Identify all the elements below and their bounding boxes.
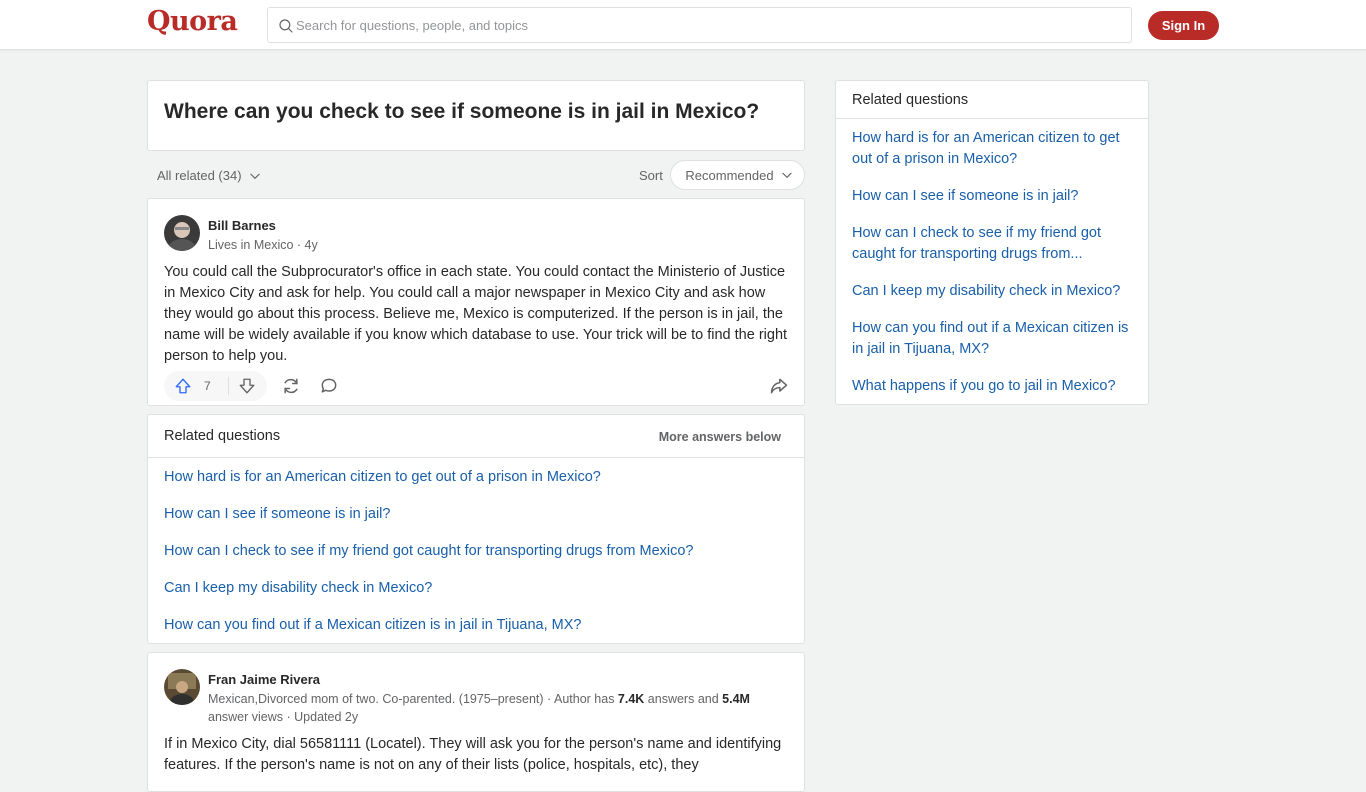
sidebar-related-questions: Related questions How hard is for an Ame…	[835, 80, 1149, 405]
answer-text[interactable]: If in Mexico City, dial 56581111 (Locate…	[164, 734, 794, 776]
avatar[interactable]	[164, 215, 200, 251]
question-title: Where can you check to see if someone is…	[164, 100, 760, 123]
sort-dropdown[interactable]: Recommended	[670, 160, 805, 190]
related-question-link[interactable]: Can I keep my disability check in Mexico…	[164, 580, 432, 596]
answer-filter-bar: All related (34) Sort Recommended	[147, 160, 805, 192]
share-icon[interactable]	[769, 376, 789, 396]
sidebar-question-link[interactable]: How can I check to see if my friend got …	[852, 223, 1137, 265]
sidebar-question-link[interactable]: How hard is for an American citizen to g…	[852, 128, 1137, 170]
vote-divider	[228, 377, 229, 395]
sidebar-title: Related questions	[852, 92, 969, 108]
vote-controls: 7	[164, 371, 267, 401]
downvote-icon[interactable]	[238, 377, 256, 395]
more-answers-below: More answers below	[658, 430, 781, 444]
related-questions-title: Related questions	[164, 428, 281, 444]
related-question-link[interactable]: How hard is for an American citizen to g…	[164, 469, 601, 485]
author-name[interactable]: Bill Barnes	[208, 218, 276, 233]
top-nav-bar: Quora Sign In	[0, 0, 1366, 50]
upvote-icon[interactable]	[174, 377, 192, 395]
view-count: 5.4M	[722, 692, 750, 706]
sort-label: Sort	[639, 168, 663, 183]
related-question-link[interactable]: How can you find out if a Mexican citize…	[164, 617, 581, 633]
all-related-label: All related (34)	[157, 168, 242, 183]
related-question-link[interactable]: How can I see if someone is in jail?	[164, 506, 390, 522]
related-questions-inline: Related questions More answers below How…	[147, 414, 805, 644]
sidebar-question-link[interactable]: How can I see if someone is in jail?	[852, 186, 1137, 207]
answer-text[interactable]: You could call the Subprocurator's offic…	[164, 262, 794, 367]
search-input[interactable]	[296, 8, 1116, 42]
author-credential: Lives in Mexico · 4y	[208, 238, 318, 252]
author-name[interactable]: Fran Jaime Rivera	[208, 672, 320, 687]
sidebar-header: Related questions	[836, 81, 1148, 119]
sort-value: Recommended	[685, 167, 774, 183]
related-questions-header: Related questions More answers below	[148, 415, 804, 458]
sidebar-question-link[interactable]: How can you find out if a Mexican citize…	[852, 318, 1137, 360]
quora-logo[interactable]: Quora	[147, 6, 238, 37]
question-card: Where can you check to see if someone is…	[147, 80, 805, 151]
sign-in-button[interactable]: Sign In	[1148, 11, 1219, 40]
search-box[interactable]	[267, 7, 1132, 43]
answer-card: Bill Barnes Lives in Mexico · 4y You cou…	[147, 198, 805, 406]
chevron-down-icon	[249, 173, 260, 179]
credential-suffix: answer views · Updated 2y	[208, 710, 359, 724]
upvote-count: 7	[204, 379, 211, 393]
answer-count: 7.4K	[617, 692, 645, 706]
credential-mid: answers and	[644, 692, 723, 706]
chevron-down-icon	[781, 172, 792, 178]
author-credential: Mexican,Divorced mom of two. Co-parented…	[208, 690, 788, 726]
credential-text: Mexican,Divorced mom of two. Co-parented…	[208, 692, 618, 706]
related-question-link[interactable]: How can I check to see if my friend got …	[164, 543, 694, 559]
all-related-dropdown[interactable]: All related (34)	[157, 168, 262, 183]
sidebar-question-link[interactable]: What happens if you go to jail in Mexico…	[852, 376, 1137, 397]
sidebar-question-link[interactable]: Can I keep my disability check in Mexico…	[852, 281, 1137, 302]
answer-card: Fran Jaime Rivera Mexican,Divorced mom o…	[147, 652, 805, 792]
search-icon	[279, 19, 293, 33]
comment-icon[interactable]	[319, 376, 339, 396]
avatar[interactable]	[164, 669, 200, 705]
share-rotate-icon[interactable]	[281, 376, 301, 396]
